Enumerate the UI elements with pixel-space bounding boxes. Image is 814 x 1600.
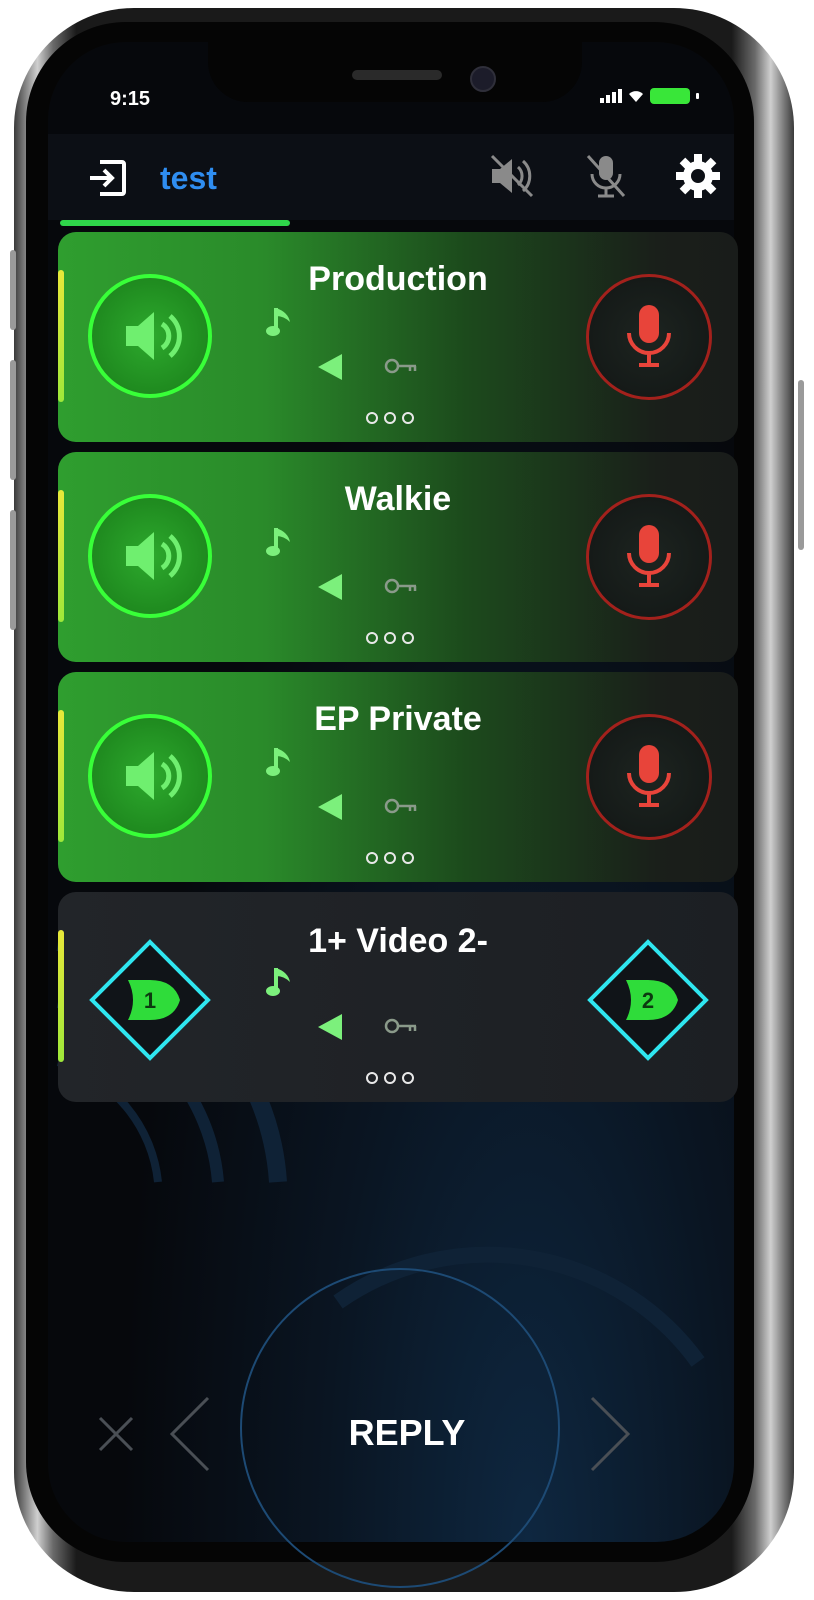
speaker-icon — [126, 532, 182, 580]
phone-speaker — [352, 70, 442, 80]
more-options-icon[interactable] — [366, 412, 414, 424]
channel-card: EP Private — [58, 672, 738, 882]
microphone-icon — [627, 745, 671, 807]
mic-mute-icon[interactable] — [580, 150, 632, 202]
more-options-icon[interactable] — [366, 632, 414, 644]
more-options-icon[interactable] — [366, 852, 414, 864]
channel-card: Walkie — [58, 452, 738, 662]
phone-side-button — [798, 380, 804, 550]
exit-icon[interactable] — [86, 156, 130, 200]
gate-right-label: 2 — [642, 988, 654, 1013]
talk-button[interactable] — [586, 274, 712, 400]
phone-side-button — [10, 360, 16, 480]
music-note-icon[interactable] — [266, 744, 294, 780]
speaker-mute-icon[interactable] — [486, 150, 538, 202]
gate-left-label: 1 — [144, 988, 156, 1013]
listen-button[interactable] — [88, 714, 212, 838]
key-icon[interactable] — [384, 1018, 418, 1034]
volume-triangle-icon[interactable] — [316, 792, 344, 822]
key-icon[interactable] — [384, 358, 418, 374]
phone-camera — [470, 66, 496, 92]
channel-card: 1+ Video 2- 1 2 — [58, 892, 738, 1102]
battery-icon — [650, 88, 690, 104]
channel-card: Production — [58, 232, 738, 442]
reply-button[interactable]: REPLY — [0, 1412, 814, 1454]
talk-button[interactable] — [586, 494, 712, 620]
status-icons — [600, 88, 699, 104]
wifi-icon — [629, 91, 643, 102]
logic-gate-left-button[interactable]: 1 — [88, 938, 212, 1062]
session-name[interactable]: test — [160, 160, 217, 197]
phone-side-button — [10, 250, 16, 330]
status-time: 9:15 — [110, 88, 151, 110]
music-note-icon[interactable] — [266, 964, 294, 1000]
key-icon[interactable] — [384, 578, 418, 594]
logic-gate-right-button[interactable]: 2 — [586, 938, 710, 1062]
music-note-icon[interactable] — [266, 524, 294, 560]
volume-triangle-icon[interactable] — [316, 572, 344, 602]
active-tab-indicator — [60, 220, 290, 226]
more-options-icon[interactable] — [366, 1072, 414, 1084]
microphone-icon — [627, 525, 671, 587]
chevron-right-icon[interactable] — [588, 1394, 634, 1474]
listen-button[interactable] — [88, 494, 212, 618]
volume-triangle-icon[interactable] — [316, 1012, 344, 1042]
volume-triangle-icon[interactable] — [316, 352, 344, 382]
battery-tip — [696, 93, 699, 99]
key-icon[interactable] — [384, 798, 418, 814]
phone-side-button — [10, 510, 16, 630]
talk-button[interactable] — [586, 714, 712, 840]
speaker-icon — [126, 312, 182, 360]
listen-button[interactable] — [88, 274, 212, 398]
speaker-icon — [126, 752, 182, 800]
music-note-icon[interactable] — [266, 304, 294, 340]
microphone-icon — [627, 305, 671, 367]
settings-gear-icon[interactable] — [672, 150, 724, 202]
signal-icon — [600, 89, 622, 103]
